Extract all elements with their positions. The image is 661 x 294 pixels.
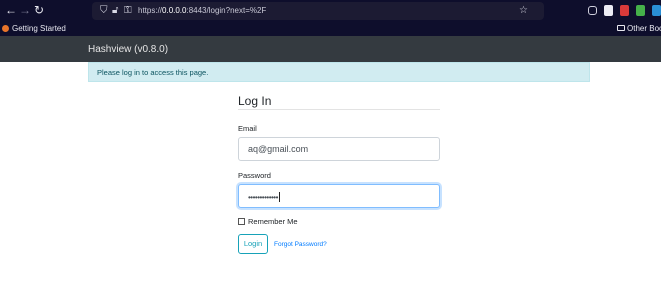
extension-icon[interactable] <box>604 5 613 16</box>
shield-icon[interactable]: ⛉ <box>100 4 108 18</box>
firefox-icon <box>2 25 9 32</box>
back-icon[interactable]: ← <box>4 3 18 17</box>
forgot-password-link[interactable]: Forgot Password? <box>274 240 327 249</box>
title-divider <box>238 109 440 110</box>
email-label: Email <box>238 124 257 133</box>
alert-message: Please log in to access this page. <box>97 68 209 77</box>
url-text[interactable]: https://0.0.0.0:8443/login?next=%2F <box>138 5 266 17</box>
password-label: Password <box>238 171 271 180</box>
email-value: aq@gmail.com <box>248 144 309 154</box>
login-button[interactable]: Login <box>238 234 268 254</box>
pocket-icon[interactable] <box>588 6 597 15</box>
reload-icon[interactable]: ↻ <box>32 3 46 17</box>
remember-checkbox[interactable] <box>238 218 245 225</box>
page-title: Log In <box>238 94 272 108</box>
text-caret <box>278 192 280 202</box>
password-field[interactable]: ••••••••••••• <box>238 184 440 208</box>
address-bar[interactable]: ⛉ 🔓︎ ⚿ https://0.0.0.0:8443/login?next=%… <box>92 2 544 20</box>
password-value: ••••••••••••• <box>248 192 280 202</box>
remember-label: Remember Me <box>248 217 298 226</box>
bookmark-star-icon[interactable]: ☆ <box>519 4 528 18</box>
app-navbar: Hashview (v0.8.0) <box>0 36 661 62</box>
bookmarks-bar: Getting Started Other Book <box>0 22 661 36</box>
extension-icon[interactable] <box>636 5 645 16</box>
info-alert: Please log in to access this page. <box>88 62 590 82</box>
folder-icon <box>617 25 625 31</box>
lock-icon[interactable]: 🔓︎ <box>112 4 118 18</box>
browser-toolbar: ← → ↻ ⛉ 🔓︎ ⚿ https://0.0.0.0:8443/login?… <box>0 0 661 22</box>
bookmark-getting-started[interactable]: Getting Started <box>2 23 66 35</box>
remember-me[interactable]: Remember Me <box>238 217 298 227</box>
bookmark-other-bookmarks[interactable]: Other Book <box>617 23 661 35</box>
key-icon[interactable]: ⚿ <box>124 4 132 18</box>
email-field[interactable]: aq@gmail.com <box>238 137 440 161</box>
brand-link[interactable]: Hashview (v0.8.0) <box>88 43 168 56</box>
extension-icon[interactable] <box>620 5 629 16</box>
forward-icon[interactable]: → <box>18 3 32 17</box>
extension-icon[interactable] <box>652 5 661 16</box>
